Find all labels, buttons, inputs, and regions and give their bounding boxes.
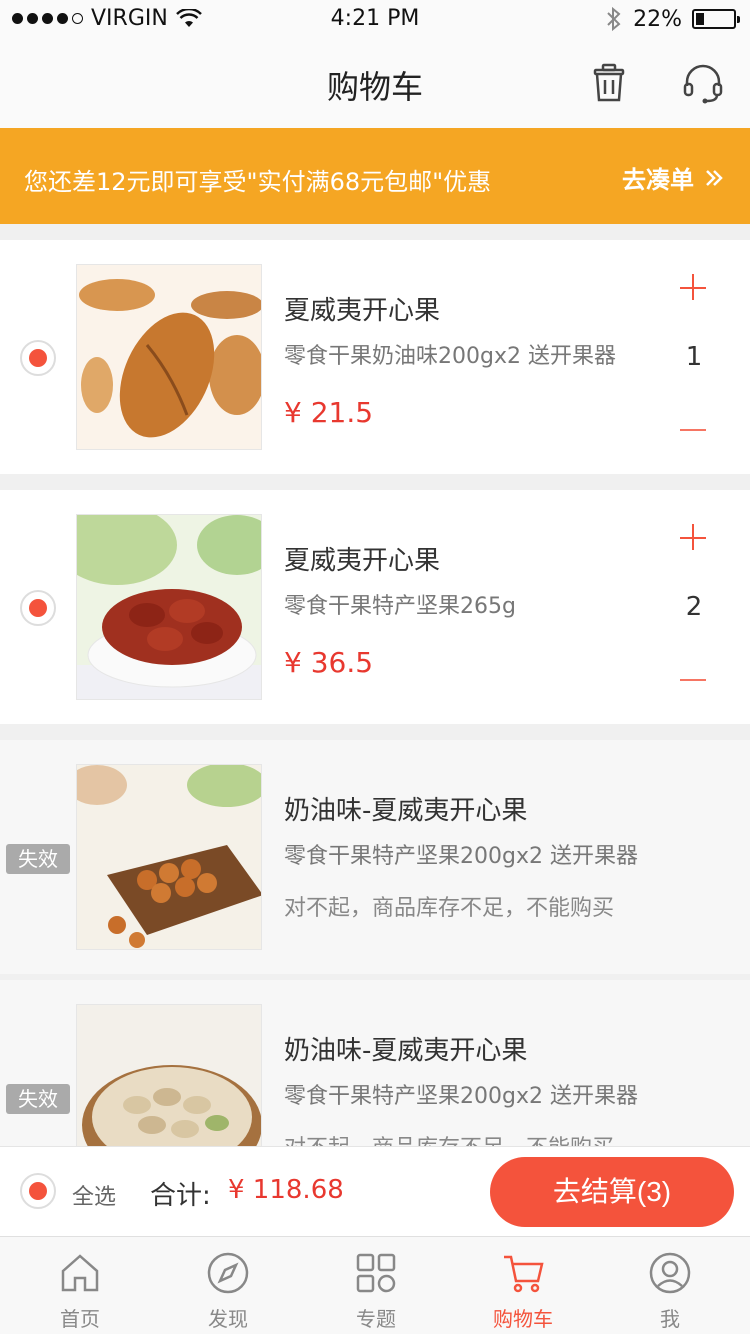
tab-me[interactable]: 我 (595, 1237, 745, 1334)
tab-bar: 首页 发现 专题 购物车 我 (0, 1236, 750, 1334)
quantity-value: 1 (685, 342, 703, 372)
item-select-radio[interactable] (20, 340, 56, 376)
quantity-value: 2 (685, 592, 703, 622)
free-shipping-banner: 您还差12元即可享受"实付满68元包邮"优惠 去凑单 (0, 128, 750, 224)
checkout-bar: 全选 合计: ¥ 118.68 去结算(3) (0, 1146, 750, 1236)
product-image (76, 264, 262, 450)
cart-item-invalid: 失效 奶油味-夏威夷开心果 零食干果特产坚果200gx2 送开果器 对不起，商品… (0, 740, 750, 974)
product-name: 奶油味-夏威夷开心果 (284, 796, 528, 826)
bluetooth-icon (607, 6, 621, 32)
invalid-badge: 失效 (6, 844, 70, 874)
item-select-radio[interactable] (20, 590, 56, 626)
product-name: 夏威夷开心果 (284, 546, 441, 576)
invalid-badge: 失效 (6, 1084, 70, 1114)
battery-icon (692, 9, 740, 29)
tab-topics-label: 专题 (356, 1307, 396, 1331)
total-amount: ¥ 118.68 (228, 1175, 344, 1205)
product-desc: 零食干果特产坚果200gx2 送开果器 (284, 1084, 638, 1109)
customer-service-icon[interactable] (680, 60, 726, 106)
banner-text: 您还差12元即可享受"实付满68元包邮"优惠 (24, 168, 492, 196)
cart-icon (504, 1255, 544, 1293)
product-price: ¥ 21.5 (284, 396, 374, 429)
tab-home[interactable]: 首页 (5, 1237, 155, 1334)
status-bar: VIRGIN 4:21 PM 22% (0, 0, 750, 40)
total-label: 合计: (150, 1181, 211, 1211)
stock-warning: 对不起，商品库存不足，不能购买 (284, 896, 615, 921)
grid-icon (356, 1253, 396, 1293)
decrease-qty-button[interactable] (680, 416, 708, 444)
product-image (76, 764, 262, 950)
tab-home-label: 首页 (60, 1307, 100, 1331)
tab-cart-label: 购物车 (493, 1307, 553, 1331)
select-all-label[interactable]: 全选 (72, 1179, 116, 1211)
add-items-label: 去凑单 (622, 166, 694, 194)
page-title: 购物车 (326, 68, 423, 106)
double-chevron-right-icon (706, 169, 723, 186)
product-name: 奶油味-夏威夷开心果 (284, 1036, 528, 1066)
add-items-link[interactable]: 去凑单 (622, 160, 724, 195)
battery-percent: 22% (633, 6, 682, 32)
battery-group: 22% (605, 6, 740, 32)
product-price: ¥ 36.5 (284, 646, 374, 679)
user-icon (649, 1252, 691, 1294)
home-icon (61, 1254, 99, 1292)
tab-topics[interactable]: 专题 (301, 1237, 451, 1334)
product-desc: 零食干果特产坚果265g (284, 594, 516, 619)
tab-cart[interactable]: 购物车 (448, 1237, 598, 1334)
select-all-radio[interactable] (20, 1173, 56, 1209)
cart-item: 夏威夷开心果 零食干果特产坚果265g ¥ 36.5 2 (0, 490, 750, 724)
increase-qty-button[interactable] (680, 274, 708, 302)
product-image (76, 514, 262, 700)
product-desc: 零食干果特产坚果200gx2 送开果器 (284, 844, 638, 869)
increase-qty-button[interactable] (680, 524, 708, 552)
trash-icon[interactable] (586, 60, 632, 106)
compass-icon (207, 1252, 249, 1294)
product-desc: 零食干果奶油味200gx2 送开果器 (284, 344, 616, 369)
decrease-qty-button[interactable] (680, 666, 708, 694)
product-name: 夏威夷开心果 (284, 296, 441, 326)
nav-bar: 购物车 (0, 40, 750, 128)
tab-me-label: 我 (660, 1307, 680, 1331)
tab-discover[interactable]: 发现 (153, 1237, 303, 1334)
tab-discover-label: 发现 (208, 1307, 248, 1331)
checkout-button[interactable]: 去结算(3) (490, 1157, 734, 1227)
cart-item: 夏威夷开心果 零食干果奶油味200gx2 送开果器 ¥ 21.5 1 (0, 240, 750, 474)
